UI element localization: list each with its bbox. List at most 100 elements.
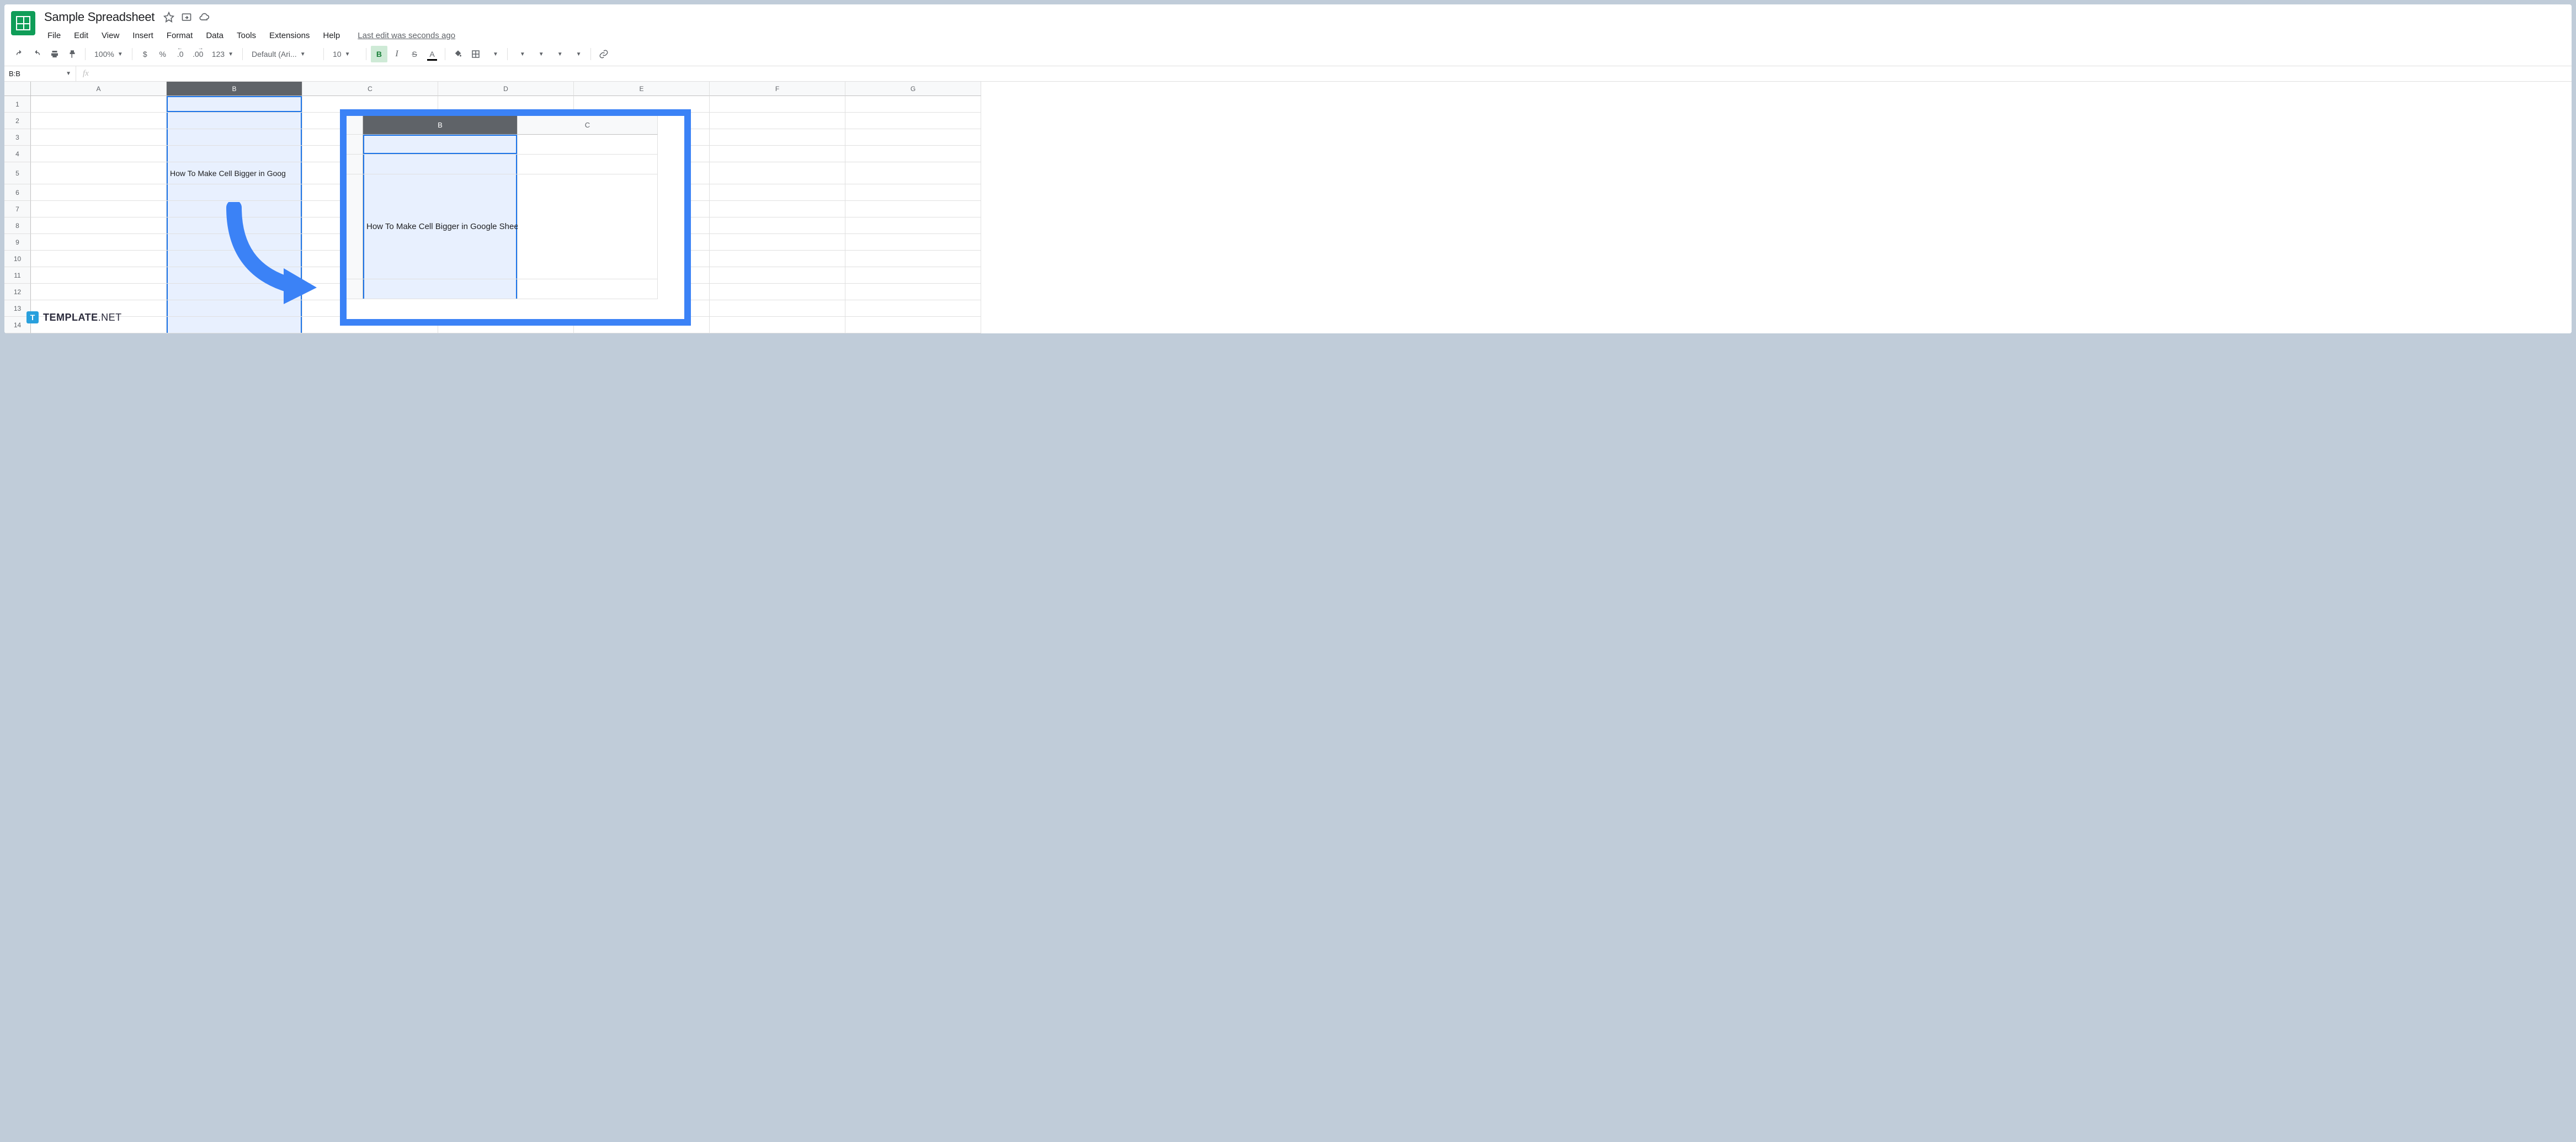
cell[interactable] <box>845 201 981 217</box>
cell[interactable] <box>845 251 981 267</box>
row-header[interactable]: 7 <box>4 201 31 217</box>
col-header-e[interactable]: E <box>574 82 710 96</box>
cell[interactable] <box>167 317 302 333</box>
cell[interactable] <box>710 300 845 317</box>
cell[interactable] <box>167 129 302 146</box>
cell[interactable] <box>845 113 981 129</box>
col-header-f[interactable]: F <box>710 82 845 96</box>
col-header-b[interactable]: B <box>167 82 302 96</box>
merge-cells-button[interactable]: ▼ <box>485 46 503 62</box>
cell[interactable] <box>710 201 845 217</box>
more-formats-select[interactable]: 123▼ <box>207 46 238 62</box>
paint-format-button[interactable] <box>64 46 81 62</box>
document-title[interactable]: Sample Spreadsheet <box>42 9 157 25</box>
formula-input[interactable] <box>95 66 2572 81</box>
menu-help[interactable]: Help <box>317 29 345 43</box>
increase-decimal-button[interactable]: .00→ <box>190 46 206 62</box>
cell[interactable] <box>845 267 981 284</box>
cell[interactable] <box>31 146 167 162</box>
bold-button[interactable]: B <box>371 46 387 62</box>
horizontal-align-button[interactable]: ▼ <box>512 46 530 62</box>
col-header-g[interactable]: G <box>845 82 981 96</box>
cell[interactable] <box>31 251 167 267</box>
menu-view[interactable]: View <box>96 29 125 43</box>
print-button[interactable] <box>46 46 63 62</box>
cell[interactable] <box>845 300 981 317</box>
row-header[interactable]: 4 <box>4 146 31 162</box>
cell[interactable] <box>845 284 981 300</box>
cell[interactable] <box>710 184 845 201</box>
menu-edit[interactable]: Edit <box>68 29 94 43</box>
cell[interactable] <box>710 317 845 333</box>
menu-extensions[interactable]: Extensions <box>264 29 315 43</box>
cell[interactable] <box>31 201 167 217</box>
col-header-a[interactable]: A <box>31 82 167 96</box>
cell[interactable] <box>31 267 167 284</box>
cell[interactable] <box>710 129 845 146</box>
cell[interactable] <box>31 234 167 251</box>
menu-data[interactable]: Data <box>200 29 229 43</box>
cell[interactable] <box>710 251 845 267</box>
insert-link-button[interactable] <box>595 46 612 62</box>
cell[interactable] <box>710 267 845 284</box>
zoom-select[interactable]: 100%▼ <box>90 46 127 62</box>
strikethrough-button[interactable]: S <box>406 46 423 62</box>
decrease-decimal-button[interactable]: .0← <box>172 46 189 62</box>
row-header[interactable]: 5 <box>4 162 31 184</box>
cell[interactable] <box>31 96 167 113</box>
cell[interactable] <box>31 113 167 129</box>
cell[interactable] <box>167 184 302 201</box>
sheets-logo[interactable] <box>11 11 35 35</box>
cell[interactable] <box>845 217 981 234</box>
row-header[interactable]: 11 <box>4 267 31 284</box>
text-color-button[interactable]: A <box>424 46 440 62</box>
cell[interactable] <box>845 129 981 146</box>
italic-button[interactable]: I <box>388 46 405 62</box>
star-icon[interactable] <box>163 12 174 23</box>
cell[interactable] <box>710 284 845 300</box>
cell[interactable] <box>845 317 981 333</box>
row-header[interactable]: 6 <box>4 184 31 201</box>
cell[interactable] <box>31 184 167 201</box>
row-header[interactable]: 1 <box>4 96 31 113</box>
cell[interactable] <box>31 217 167 234</box>
cell[interactable] <box>845 162 981 184</box>
row-header[interactable]: 10 <box>4 251 31 267</box>
col-header-c[interactable]: C <box>302 82 438 96</box>
last-edit-link[interactable]: Last edit was seconds ago <box>358 31 455 40</box>
name-box[interactable]: B:B▼ <box>4 66 76 81</box>
borders-button[interactable] <box>467 46 484 62</box>
fill-color-button[interactable] <box>450 46 466 62</box>
cell[interactable] <box>31 129 167 146</box>
menu-insert[interactable]: Insert <box>127 29 159 43</box>
menu-file[interactable]: File <box>42 29 66 43</box>
percent-button[interactable]: % <box>155 46 171 62</box>
row-header[interactable]: 8 <box>4 217 31 234</box>
cell[interactable] <box>710 217 845 234</box>
row-header[interactable]: 2 <box>4 113 31 129</box>
cloud-icon[interactable] <box>199 12 210 23</box>
cell[interactable] <box>845 96 981 113</box>
cell[interactable] <box>31 284 167 300</box>
cell[interactable] <box>167 113 302 129</box>
menu-tools[interactable]: Tools <box>231 29 262 43</box>
vertical-align-button[interactable]: ▼ <box>531 46 549 62</box>
cell[interactable] <box>710 96 845 113</box>
cell[interactable] <box>845 146 981 162</box>
cell[interactable]: How To Make Cell Bigger in Goog <box>167 162 302 184</box>
cell[interactable] <box>710 113 845 129</box>
cell[interactable] <box>845 234 981 251</box>
undo-button[interactable] <box>11 46 28 62</box>
select-all-corner[interactable] <box>4 82 31 96</box>
cell[interactable] <box>31 162 167 184</box>
font-size-select[interactable]: 10▼ <box>328 46 361 62</box>
cell[interactable] <box>845 184 981 201</box>
menu-format[interactable]: Format <box>161 29 199 43</box>
row-header[interactable]: 3 <box>4 129 31 146</box>
redo-button[interactable] <box>29 46 45 62</box>
font-select[interactable]: Default (Ari...▼ <box>247 46 319 62</box>
text-rotation-button[interactable]: ▼ <box>568 46 586 62</box>
cell[interactable] <box>167 146 302 162</box>
move-icon[interactable] <box>181 12 192 23</box>
cell[interactable] <box>710 162 845 184</box>
